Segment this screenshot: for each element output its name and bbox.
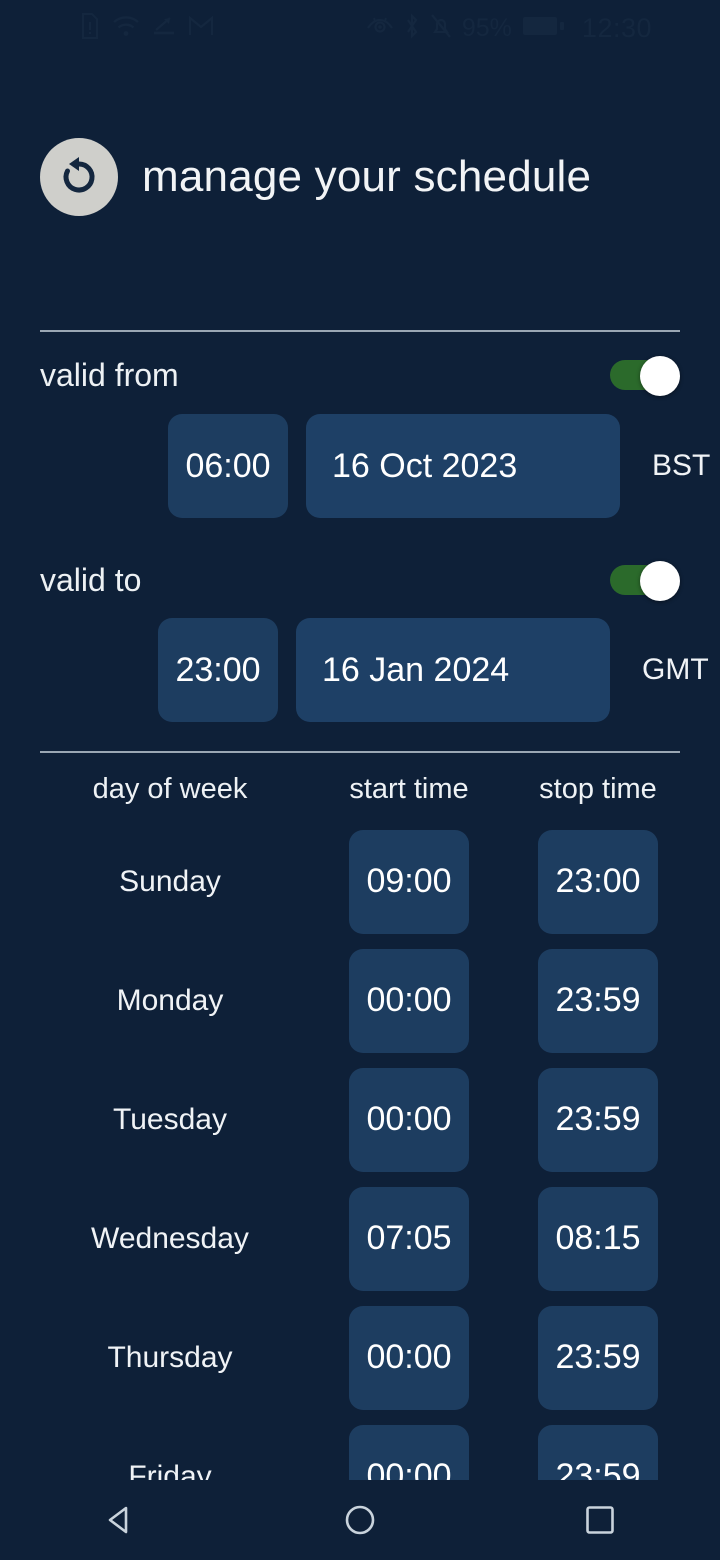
start-time-field[interactable]: 00:00 <box>349 1067 469 1172</box>
back-icon[interactable] <box>60 1480 180 1560</box>
history-restore-icon[interactable] <box>40 138 118 216</box>
start-time-field[interactable]: 07:05 <box>349 1186 469 1291</box>
valid-to-toggle[interactable] <box>610 561 680 601</box>
stop-time-field[interactable]: 08:15 <box>538 1186 658 1291</box>
page-title: manage your schedule <box>142 152 592 201</box>
day-label: Wednesday <box>91 1221 249 1255</box>
status-bar-clock: 12:30 <box>581 12 652 43</box>
bluetooth-icon <box>404 12 420 44</box>
toggle-knob <box>640 356 680 396</box>
page-header: manage your schedule <box>40 138 591 216</box>
start-time-field[interactable]: 00:00 <box>349 1305 469 1410</box>
schedule-table-header: day of week start time stop time <box>40 773 680 806</box>
start-time-field[interactable]: 00:00 <box>349 948 469 1053</box>
day-label: Monday <box>116 983 224 1017</box>
valid-from-toggle[interactable] <box>610 356 680 396</box>
start-time-field[interactable]: 09:00 <box>349 829 469 934</box>
battery-icon <box>522 15 566 42</box>
table-row: Tuesday 00:00 23:59 <box>40 1060 680 1179</box>
stop-time-field[interactable]: 23:59 <box>538 1067 658 1172</box>
stop-time-field[interactable]: 23:00 <box>538 829 658 934</box>
valid-from-date-field[interactable]: 16 Oct 2023 <box>306 414 620 518</box>
document-alert-icon <box>80 12 100 44</box>
day-label: Tuesday <box>113 1102 227 1136</box>
valid-to-fields: 23:00 16 Jan 2024 GMT <box>158 618 709 722</box>
table-row: Sunday 09:00 23:00 <box>40 822 680 941</box>
valid-from-fields: 06:00 16 Oct 2023 BST <box>168 414 710 518</box>
valid-to-timezone: GMT <box>642 653 709 686</box>
day-label: Thursday <box>107 1340 233 1374</box>
divider-top <box>40 330 680 332</box>
eye-icon <box>366 15 394 42</box>
status-bar-right-icons: 95% 12:30 <box>366 13 652 44</box>
notifications-muted-icon <box>430 13 452 44</box>
valid-from-time-field[interactable]: 06:00 <box>168 414 288 518</box>
valid-to-row: valid to <box>40 561 680 601</box>
valid-from-label: valid from <box>40 356 179 393</box>
status-bar: 95% 12:30 <box>0 0 720 56</box>
app-screen: 95% 12:30 manage your schedule valid fro… <box>0 0 720 1560</box>
valid-from-row: valid from <box>40 356 680 396</box>
schedule-rows: Sunday 09:00 23:00 Monday 00:00 23:59 Tu… <box>40 822 680 1536</box>
gmail-icon <box>188 15 214 42</box>
column-header-stop: stop time <box>539 773 657 805</box>
divider-schedule <box>40 751 680 753</box>
table-row: Monday 00:00 23:59 <box>40 941 680 1060</box>
signal-activity-icon <box>152 14 176 43</box>
status-bar-left-icons <box>80 12 214 44</box>
android-navigation-bar <box>0 1480 720 1560</box>
toggle-knob <box>640 561 680 601</box>
day-label: Sunday <box>119 864 221 898</box>
battery-percent: 95% <box>461 13 512 42</box>
wifi-icon <box>112 14 140 43</box>
valid-to-date-field[interactable]: 16 Jan 2024 <box>296 618 610 722</box>
table-row: Thursday 00:00 23:59 <box>40 1298 680 1417</box>
table-row: Wednesday 07:05 08:15 <box>40 1179 680 1298</box>
column-header-day: day of week <box>92 773 248 805</box>
home-icon[interactable] <box>300 1480 420 1560</box>
valid-to-time-field[interactable]: 23:00 <box>158 618 278 722</box>
recents-icon[interactable] <box>540 1480 660 1560</box>
stop-time-field[interactable]: 23:59 <box>538 1305 658 1410</box>
valid-from-timezone: BST <box>652 449 711 482</box>
column-header-start: start time <box>349 773 469 805</box>
stop-time-field[interactable]: 23:59 <box>538 948 658 1053</box>
valid-to-label: valid to <box>40 561 142 598</box>
